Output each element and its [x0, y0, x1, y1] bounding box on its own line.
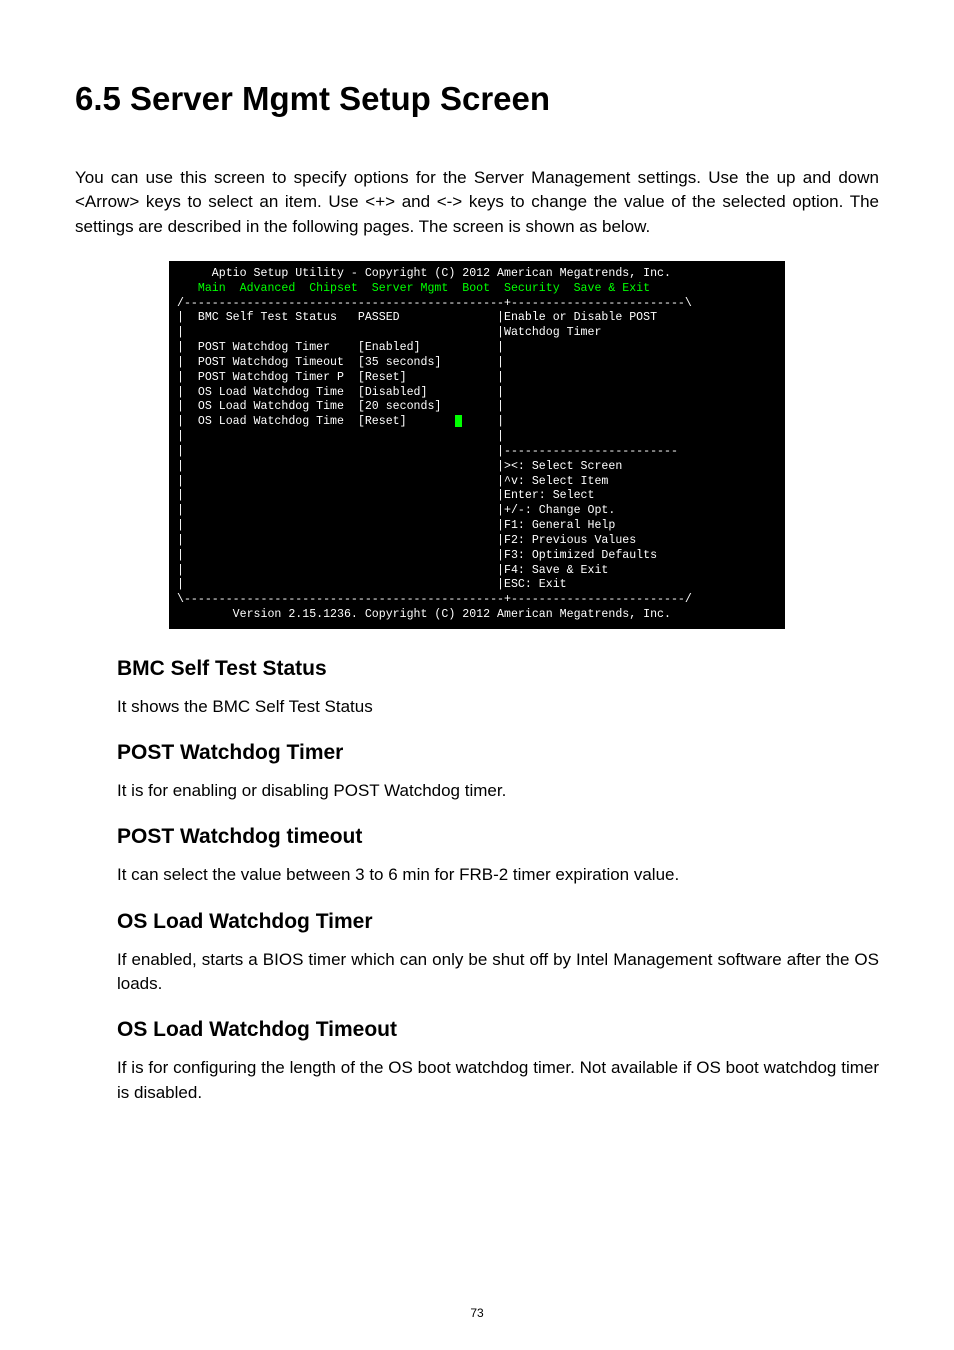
bios-screenshot: Aptio Setup Utility - Copyright (C) 2012… — [169, 261, 785, 629]
setting-description: If enabled, starts a BIOS timer which ca… — [75, 948, 879, 997]
intro-paragraph: You can use this screen to specify optio… — [75, 166, 879, 239]
setting-title: OS Load Watchdog Timer — [75, 910, 879, 934]
setting-title: BMC Self Test Status — [75, 657, 879, 681]
setting-description: It is for enabling or disabling POST Wat… — [75, 779, 879, 803]
setting-description: If is for configuring the length of the … — [75, 1056, 879, 1105]
setting-description: It can select the value between 3 to 6 m… — [75, 863, 879, 887]
page-number: 73 — [0, 1306, 954, 1320]
page-title: 6.5 Server Mgmt Setup Screen — [75, 80, 879, 118]
setting-title: POST Watchdog timeout — [75, 825, 879, 849]
setting-title: POST Watchdog Timer — [75, 741, 879, 765]
setting-description: It shows the BMC Self Test Status — [75, 695, 879, 719]
setting-title: OS Load Watchdog Timeout — [75, 1018, 879, 1042]
